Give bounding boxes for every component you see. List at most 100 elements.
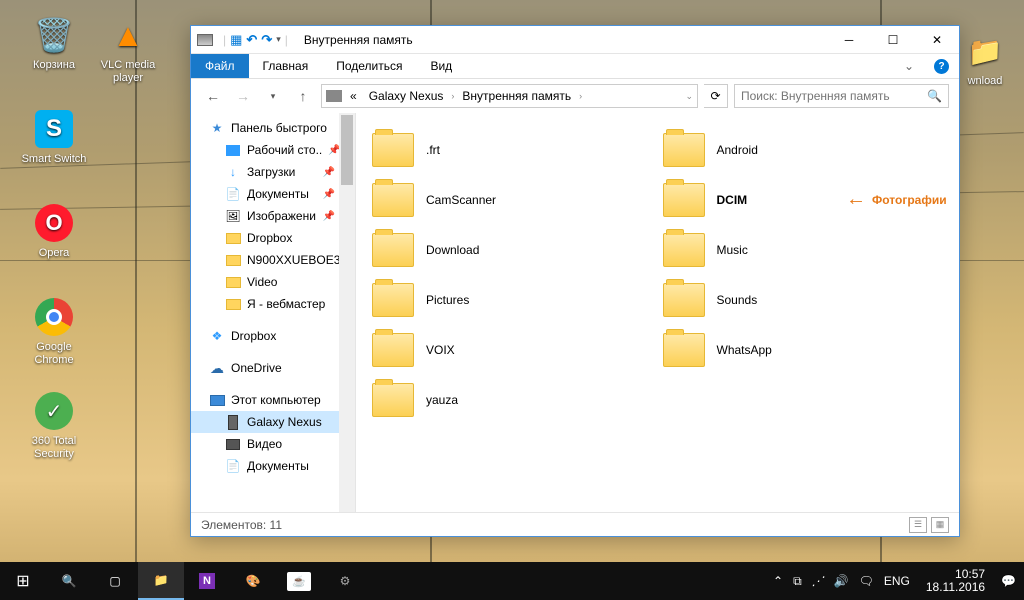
nav-recent-dropdown[interactable]: ▾ <box>261 84 285 108</box>
tray-wifi-icon[interactable]: ⋰ <box>812 574 824 588</box>
chevron-icon[interactable]: › <box>579 91 582 101</box>
search-box[interactable]: 🔍 <box>734 84 949 108</box>
start-button[interactable]: ⊞ <box>0 562 46 600</box>
maximize-button[interactable]: ☐ <box>871 26 915 54</box>
view-details-button[interactable]: ☰ <box>909 517 927 533</box>
desktop-icon-chrome[interactable]: Google Chrome <box>18 296 90 367</box>
nav-forward-button[interactable]: → <box>231 84 255 108</box>
sidebar: ★Панель быстрого Рабочий сто..📌 ↓Загрузк… <box>191 113 356 512</box>
close-button[interactable]: ✕ <box>915 26 959 54</box>
tray-notes-icon[interactable]: 🗨 <box>859 574 874 588</box>
device-icon <box>326 90 342 102</box>
ribbon-tab-share[interactable]: Поделиться <box>322 54 416 78</box>
tray-network-icon[interactable]: ⧉ <box>793 574 802 589</box>
cloud-icon: ☁ <box>209 361 225 375</box>
sidebar-item-webmaster[interactable]: Я - вебмастер <box>191 293 355 315</box>
folder-label: DCIM <box>717 193 748 207</box>
titlebar[interactable]: | ▦ ↶ ↷ ▾ | Внутренняя память ─ ☐ ✕ <box>191 26 959 54</box>
folder-item-yauza[interactable]: yauza <box>372 375 653 425</box>
taskbar-explorer[interactable]: 📁 <box>138 562 184 600</box>
window-icon <box>197 34 213 46</box>
sidebar-item-downloads[interactable]: ↓Загрузки📌 <box>191 161 355 183</box>
sidebar-item-desktop[interactable]: Рабочий сто..📌 <box>191 139 355 161</box>
refresh-button[interactable]: ⟳ <box>704 84 728 108</box>
desktop-icon-opera[interactable]: OOpera <box>18 202 90 260</box>
address-dropdown-icon[interactable]: ⌄ <box>685 91 693 102</box>
sidebar-item-documents[interactable]: 📄Документы📌 <box>191 183 355 205</box>
desktop-icon-recycle[interactable]: 🗑️Корзина <box>18 14 90 72</box>
sidebar-onedrive[interactable]: ☁OneDrive <box>191 357 355 379</box>
search-input[interactable] <box>741 89 927 103</box>
folder-item-whatsapp[interactable]: WhatsApp <box>663 325 944 375</box>
desktop-icon-vlc[interactable]: ▲VLC media player <box>92 14 164 85</box>
breadcrumb-root[interactable]: « <box>346 89 361 103</box>
tray-notification-icon[interactable]: 💬 <box>1001 574 1016 588</box>
folder-item-sounds[interactable]: Sounds <box>663 275 944 325</box>
taskbar-taskview-button[interactable]: ▢ <box>92 562 138 600</box>
folder-item-voix[interactable]: VOIX <box>372 325 653 375</box>
folder-label: VOIX <box>426 343 455 357</box>
taskbar-app2[interactable]: ⚙ <box>322 562 368 600</box>
sidebar-item-docs[interactable]: 📄Документы <box>191 455 355 477</box>
qat-properties-icon[interactable]: ▦ <box>230 32 242 48</box>
ribbon-expand-icon[interactable]: ⌄ <box>894 54 924 78</box>
sidebar-dropbox[interactable]: ❖Dropbox <box>191 325 355 347</box>
ribbon-tab-home[interactable]: Главная <box>249 54 323 78</box>
folder-label: WhatsApp <box>717 343 772 357</box>
statusbar: Элементов: 11 ☰ ▦ <box>191 512 959 536</box>
qat-redo-icon[interactable]: ↷ <box>261 32 272 48</box>
sidebar-scrollbar[interactable] <box>339 113 355 512</box>
folder-label: .frt <box>426 143 440 157</box>
folder-item-pictures[interactable]: Pictures <box>372 275 653 325</box>
qat-undo-icon[interactable]: ↶ <box>246 32 257 48</box>
sidebar-item-n900[interactable]: N900XXUEBOE3.. <box>191 249 355 271</box>
chevron-icon[interactable]: › <box>451 91 454 101</box>
search-icon[interactable]: 🔍 <box>927 89 942 103</box>
folder-item-android[interactable]: Android <box>663 125 944 175</box>
view-icons-button[interactable]: ▦ <box>931 517 949 533</box>
folder-icon <box>372 183 414 217</box>
tray-volume-icon[interactable]: 🔊 <box>834 574 849 588</box>
folder-icon <box>663 133 705 167</box>
sidebar-item-videos[interactable]: Видео <box>191 433 355 455</box>
taskbar-search-button[interactable]: 🔍 <box>46 562 92 600</box>
help-icon[interactable]: ? <box>934 59 949 74</box>
taskbar-paint[interactable]: 🎨 <box>230 562 276 600</box>
taskbar-app1[interactable]: ☕ <box>276 562 322 600</box>
folder-label: Android <box>717 143 758 157</box>
folder-item-download[interactable]: Download <box>372 225 653 275</box>
qat-dropdown-icon[interactable]: ▾ <box>276 34 281 45</box>
ribbon-tab-file[interactable]: Файл <box>191 54 249 78</box>
desktop-icon-smartswitch[interactable]: SSmart Switch <box>18 108 90 166</box>
nav-back-button[interactable]: ← <box>201 84 225 108</box>
minimize-button[interactable]: ─ <box>827 26 871 54</box>
tray-clock[interactable]: 10:57 18.11.2016 <box>920 568 991 594</box>
folder-item-frt[interactable]: .frt <box>372 125 653 175</box>
taskbar-onenote[interactable]: N <box>184 562 230 600</box>
nav-up-button[interactable]: ↑ <box>291 84 315 108</box>
annotation-label: ← Фотографии <box>846 188 947 211</box>
breadcrumb-device[interactable]: Galaxy Nexus <box>365 89 448 103</box>
tray-up-icon[interactable]: ⌃ <box>773 574 783 588</box>
folder-icon <box>372 333 414 367</box>
sidebar-item-video[interactable]: Video <box>191 271 355 293</box>
desktop-icon-360[interactable]: ✓360 Total Security <box>18 390 90 461</box>
address-box[interactable]: « Galaxy Nexus › Внутренняя память › ⌄ <box>321 84 698 108</box>
sidebar-this-pc[interactable]: Этот компьютер <box>191 389 355 411</box>
folder-icon <box>372 233 414 267</box>
tray-language[interactable]: ENG <box>884 574 910 588</box>
sidebar-item-dropbox-folder[interactable]: Dropbox <box>191 227 355 249</box>
sidebar-quick-access[interactable]: ★Панель быстрого <box>191 117 355 139</box>
folder-item-camscanner[interactable]: CamScanner <box>372 175 653 225</box>
folder-icon <box>226 299 241 310</box>
content-pane[interactable]: .frt Android CamScanner DCIM Download Music Pi… <box>356 113 959 512</box>
folder-item-music[interactable]: Music <box>663 225 944 275</box>
folder-label: Music <box>717 243 748 257</box>
desktop-icon-download[interactable]: 📁wnload <box>956 30 1014 88</box>
sidebar-item-galaxy-nexus[interactable]: Galaxy Nexus <box>191 411 355 433</box>
breadcrumb-folder[interactable]: Внутренняя память <box>458 89 575 103</box>
folder-icon <box>663 283 705 317</box>
sidebar-item-pictures[interactable]: 🖼Изображени📌 <box>191 205 355 227</box>
ribbon-tab-view[interactable]: Вид <box>416 54 466 78</box>
folder-icon <box>226 255 241 266</box>
